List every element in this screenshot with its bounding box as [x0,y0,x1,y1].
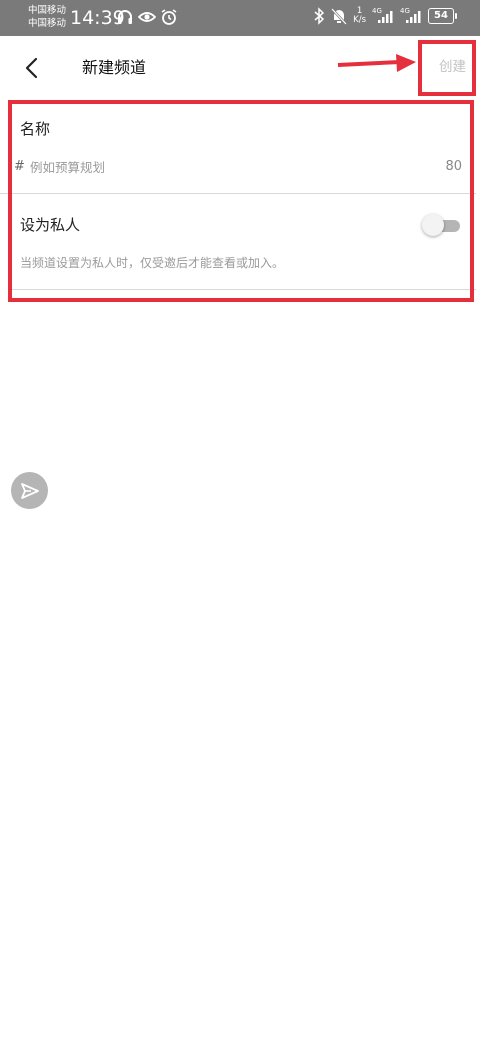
send-icon [20,482,39,499]
carrier-1: 中国移动 [28,5,67,16]
bluetooth-icon [314,7,325,25]
status-bar: 中国移动 中国移动 14:39 1 K/s 4G 4G 54 [0,0,480,36]
mute-bell-icon [331,8,348,25]
signal-sim2: 4G [400,7,422,25]
back-button[interactable] [18,54,46,82]
annotation-arrow [337,54,416,72]
carrier-2: 中国移动 [28,18,67,29]
floating-send-button[interactable] [11,472,48,509]
status-icons-right: 1 K/s 4G 4G 54 [313,6,457,25]
carrier-info: 中国移动 中国移动 [28,4,66,30]
headphones-icon [118,10,132,24]
battery-indicator: 54 [428,8,457,24]
signal-sim1: 4G [372,7,394,25]
chevron-left-icon [25,57,38,79]
page-title: 新建频道 [82,58,147,77]
eye-icon [138,12,156,22]
signal-bars-icon [406,11,421,23]
annotation-highlight-form [8,100,474,302]
signal-bars-icon [378,11,393,23]
status-icons-left [116,8,178,26]
annotation-highlight-create [418,40,476,96]
alarm-icon [161,9,177,25]
net-speed: 1 K/s [353,6,366,25]
